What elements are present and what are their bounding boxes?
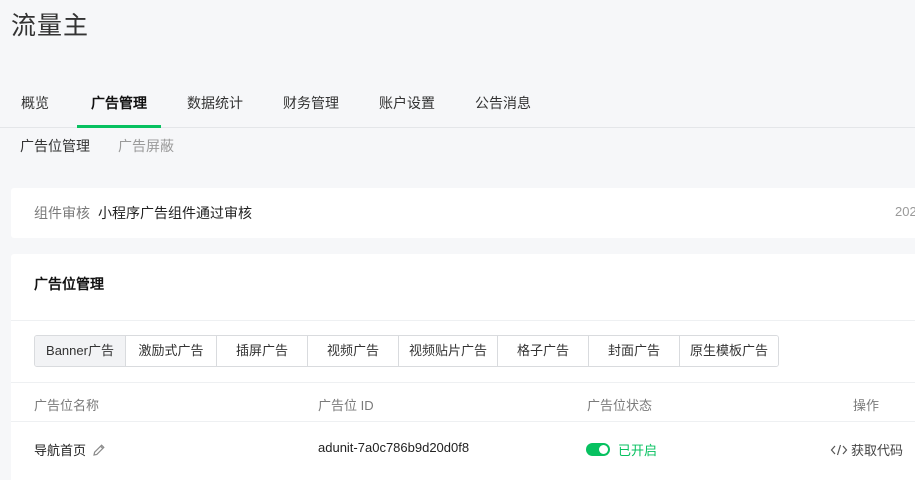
notice-date: 202 [895, 204, 915, 219]
nav-finance[interactable]: 财务管理 [279, 82, 343, 128]
tab-native-template[interactable]: 原生模板广告 [680, 336, 778, 366]
tab-grid[interactable]: 格子广告 [498, 336, 589, 366]
column-id: 广告位 ID [318, 398, 374, 413]
app-title: 流量主 [11, 11, 90, 40]
table-row: 导航首页 adunit-7a0c786b9d20d0f8 已开启 获取代码 [11, 422, 915, 474]
column-action: 操作 [853, 398, 880, 413]
row-action-cell: 获取代码 [830, 440, 903, 459]
row-status-cell: 已开启 [586, 440, 657, 459]
sub-nav: 广告位管理 广告屏蔽 [20, 136, 174, 156]
table-header: 广告位名称 广告位 ID 广告位状态 操作 [11, 382, 915, 422]
sub-nav-ad-slot-management[interactable]: 广告位管理 [20, 136, 90, 156]
tab-interstitial[interactable]: 插屏广告 [217, 336, 308, 366]
card-title: 广告位管理 [34, 276, 104, 292]
nav-data-stats[interactable]: 数据统计 [183, 82, 247, 128]
tab-video[interactable]: 视频广告 [308, 336, 399, 366]
pencil-icon[interactable] [92, 443, 106, 457]
ad-type-tabs: Banner广告 激励式广告 插屏广告 视频广告 视频贴片广告 格子广告 封面广… [34, 335, 779, 367]
sub-nav-ad-blocking[interactable]: 广告屏蔽 [118, 136, 174, 156]
tab-cover[interactable]: 封面广告 [589, 336, 680, 366]
ad-slot-name: 导航首页 [34, 443, 87, 458]
main-nav: 概览 广告管理 数据统计 财务管理 账户设置 公告消息 [0, 82, 551, 128]
nav-account-settings[interactable]: 账户设置 [375, 82, 439, 128]
nav-overview[interactable]: 概览 [17, 82, 53, 128]
notice-label: 组件审核 [34, 205, 90, 221]
ad-slot-card: 广告位管理 Banner广告 激励式广告 插屏广告 视频广告 视频贴片广告 格子… [11, 254, 915, 480]
row-id-cell: adunit-7a0c786b9d20d0f8 [318, 440, 469, 455]
card-divider [11, 320, 915, 321]
row-name-cell: 导航首页 [34, 440, 106, 459]
status-toggle[interactable] [586, 443, 610, 456]
status-text: 已开启 [618, 443, 658, 458]
get-code-link[interactable]: 获取代码 [851, 440, 903, 459]
column-name: 广告位名称 [34, 398, 100, 413]
code-icon[interactable] [830, 444, 848, 456]
tab-rewarded[interactable]: 激励式广告 [126, 336, 217, 366]
top-header: 流量主 概览 广告管理 数据统计 财务管理 账户设置 公告消息 [0, 0, 915, 128]
notice-text[interactable]: 小程序广告组件通过审核 [98, 203, 252, 223]
tab-banner[interactable]: Banner广告 [35, 336, 126, 366]
nav-ad-management[interactable]: 广告管理 [77, 82, 161, 128]
tab-video-patch[interactable]: 视频贴片广告 [399, 336, 498, 366]
column-status: 广告位状态 [587, 398, 653, 413]
notice-card: 组件审核 小程序广告组件通过审核 202 [11, 188, 915, 238]
nav-announcements[interactable]: 公告消息 [471, 82, 535, 128]
ad-slot-id: adunit-7a0c786b9d20d0f8 [318, 440, 470, 455]
